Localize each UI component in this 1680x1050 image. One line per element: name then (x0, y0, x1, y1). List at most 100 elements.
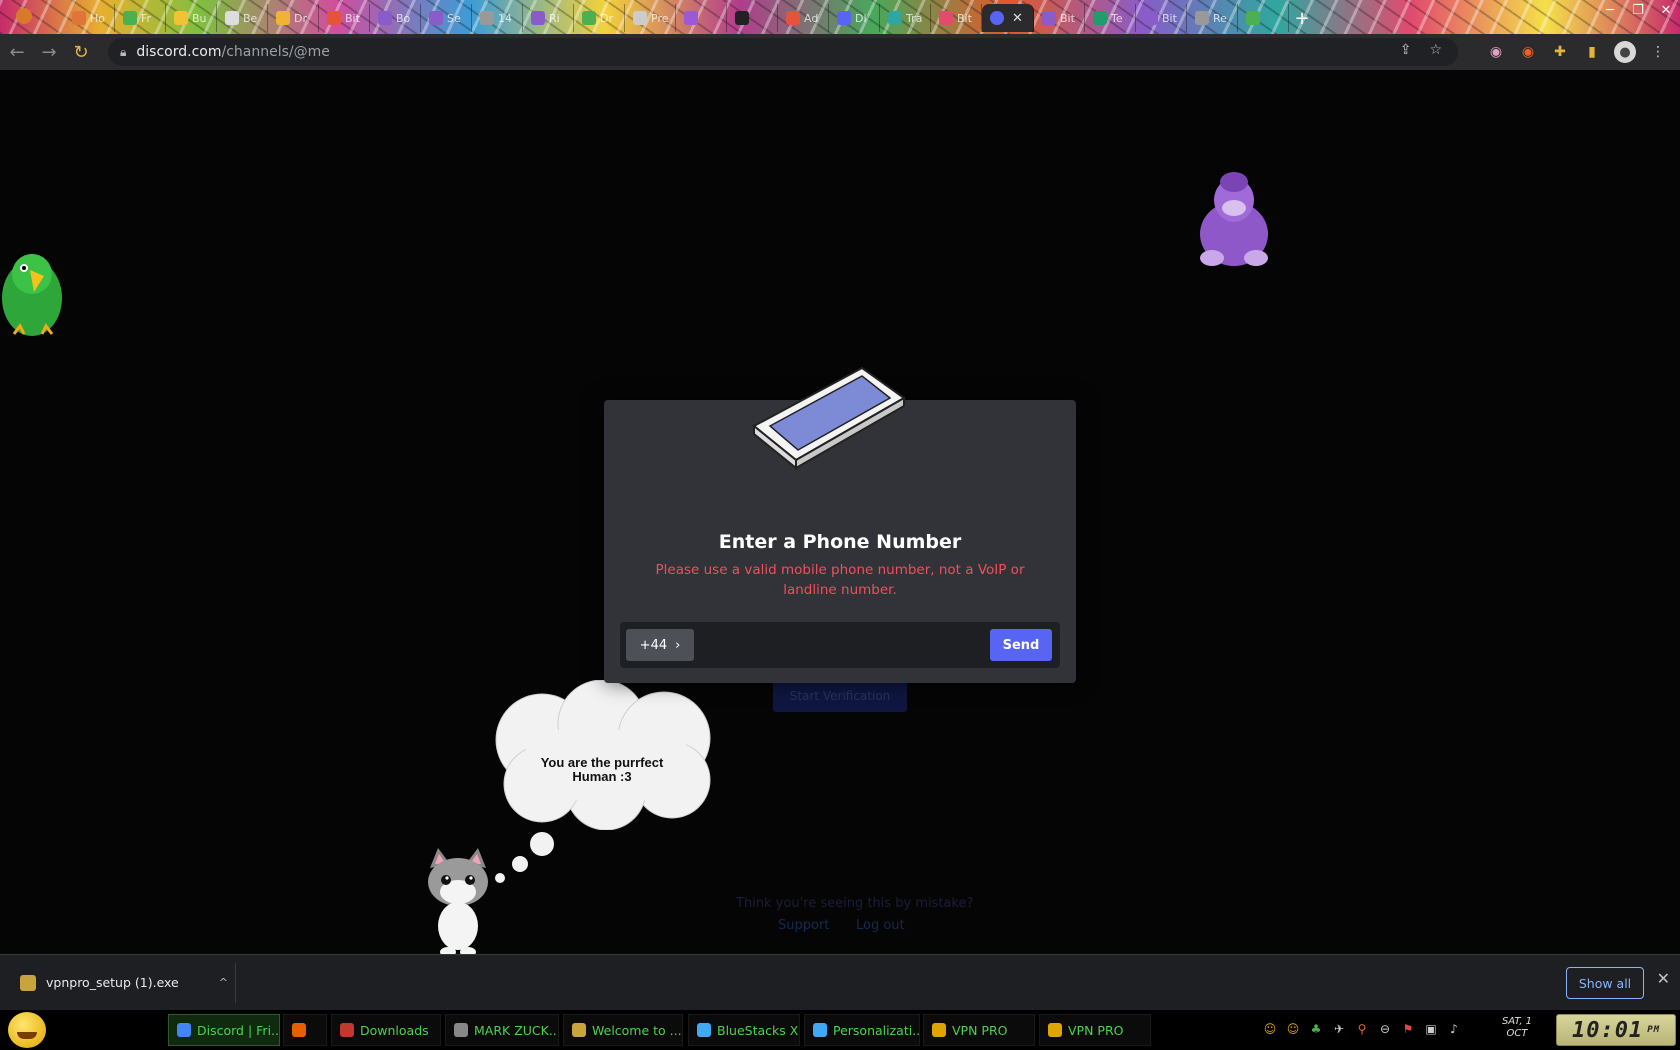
browser-tab[interactable]: Dr (268, 4, 319, 32)
tray-smiley-icon-2[interactable]: ☺ (1285, 1020, 1301, 1038)
extension-fire-icon[interactable]: ◉ (1518, 42, 1538, 62)
start-button-smiley-icon[interactable] (8, 1012, 46, 1048)
tab-label: Bit (1162, 11, 1177, 25)
close-shelf-icon[interactable]: ✕ (1657, 969, 1670, 988)
forward-arrow-icon[interactable]: → (34, 37, 64, 67)
browser-tab[interactable]: Fr (115, 4, 166, 32)
taskbar-item[interactable]: VPN PRO (1039, 1014, 1151, 1046)
browser-tab[interactable]: Se (421, 4, 472, 32)
browser-tab[interactable]: 14 (472, 4, 523, 32)
share-icon[interactable]: ⇪ (1400, 42, 1412, 58)
extension-area: ◉ ◉ ✚ ▮ ● ⋮ (1486, 41, 1668, 63)
reload-icon[interactable]: ↻ (66, 37, 96, 67)
browser-tab[interactable] (727, 4, 778, 32)
tab-label: Re (1213, 11, 1227, 25)
tab-favicon-icon (888, 11, 902, 25)
taskbar-item[interactable] (283, 1014, 327, 1046)
browser-tab-strip: Ho Fr Bu Be Dr Bit Bo Se 14 Ri Dr Pre Ad Dl Tra Bit ✕ Bit… (0, 0, 1680, 34)
browser-tab[interactable]: Bit (931, 4, 982, 32)
browser-tab[interactable]: Bu (166, 4, 217, 32)
tab-label: Se (447, 11, 461, 25)
extension-flag-icon[interactable]: ◉ (1486, 42, 1506, 62)
browser-tab[interactable]: Tra (880, 4, 931, 32)
browser-tab[interactable]: Te (1085, 4, 1136, 32)
tab-favicon-icon (174, 11, 188, 25)
country-code-button[interactable]: +44 › (626, 629, 694, 661)
browser-tab[interactable]: Bit (1136, 4, 1187, 32)
tray-network-icon[interactable]: ▣ (1423, 1020, 1439, 1038)
phone-input-row: +44 › Send (620, 622, 1060, 668)
window-controls: ─ ❐ ✕ (1596, 0, 1680, 20)
taskbar-item-label: MARK ZUCK... (474, 1022, 559, 1038)
taskbar-item[interactable]: BlueStacks X (688, 1014, 800, 1046)
taskbar-item[interactable]: MARK ZUCK... (445, 1014, 559, 1046)
exe-file-icon (20, 974, 36, 991)
tab-favicon-icon (582, 11, 596, 25)
bookmark-star-icon[interactable]: ☆ (1429, 42, 1442, 58)
browser-tab[interactable]: Ho (64, 4, 115, 32)
browser-tab[interactable]: Ad (778, 4, 829, 32)
tray-minus-icon[interactable]: ⊖ (1377, 1020, 1393, 1038)
tab-label: Dr (600, 11, 613, 25)
address-bar[interactable]: 🔒︎ discord.com/channels/@me ⇪ ☆ (108, 38, 1458, 66)
mistake-text: Think you're seeing this by mistake? (736, 896, 974, 911)
restore-icon[interactable]: ❐ (1624, 0, 1652, 20)
browser-tab[interactable]: Ri (523, 4, 574, 32)
tray-bird-icon[interactable]: ✈ (1331, 1020, 1347, 1038)
taskbar-app-icon (177, 1023, 191, 1037)
tab-label: Bu (192, 11, 207, 25)
active-tab-discord[interactable]: ✕ (982, 4, 1034, 32)
taskbar-item[interactable]: Downloads (331, 1014, 441, 1046)
browser-tab[interactable]: Bit (319, 4, 370, 32)
tab-label: Dr (294, 11, 307, 25)
tray-search-icon[interactable]: ⚲ (1354, 1020, 1370, 1038)
phone-number-modal: Enter a Phone Number Please use a valid … (604, 366, 1076, 683)
new-tab-button[interactable]: + (1289, 4, 1315, 32)
send-button[interactable]: Send (990, 629, 1052, 661)
account-avatar-icon[interactable]: ● (1614, 41, 1636, 63)
tab-favicon-icon (837, 11, 851, 25)
show-all-button[interactable]: Show all (1566, 967, 1644, 999)
date-day: SAT, 1 (1501, 1016, 1533, 1027)
chevron-up-icon[interactable]: ^ (219, 976, 228, 989)
browser-tab[interactable]: Bo (370, 4, 421, 32)
minimize-icon[interactable]: ─ (1596, 0, 1624, 20)
browser-tab[interactable]: Pre (625, 4, 676, 32)
tray-tree-icon[interactable]: ♣ (1308, 1020, 1324, 1038)
taskbar-item[interactable]: Personalizati... (804, 1014, 920, 1046)
menu-kebab-icon[interactable]: ⋮ (1648, 42, 1668, 62)
modal-title: Enter a Phone Number (718, 531, 962, 553)
extensions-puzzle-icon[interactable]: ✚ (1550, 42, 1570, 62)
taskbar-app-icon (813, 1023, 827, 1037)
browser-tab[interactable] (676, 4, 727, 32)
taskbar-item[interactable]: VPN PRO (923, 1014, 1035, 1046)
profile-icon[interactable] (16, 8, 32, 24)
tray-flag-icon[interactable]: ⚑ (1400, 1020, 1416, 1038)
taskbar-item[interactable]: Welcome to ... (563, 1014, 683, 1046)
tab-favicon-icon (1246, 11, 1260, 25)
side-panel-icon[interactable]: ▮ (1582, 42, 1602, 62)
tab-label: Dl (855, 11, 867, 25)
browser-tab[interactable]: Re (1187, 4, 1238, 32)
taskbar-app-icon (1048, 1023, 1062, 1037)
close-window-icon[interactable]: ✕ (1652, 0, 1680, 20)
phone-number-input[interactable] (704, 629, 974, 661)
close-tab-icon[interactable]: ✕ (1012, 11, 1023, 26)
browser-tab[interactable]: Be (217, 4, 268, 32)
browser-tab[interactable]: Dr (574, 4, 625, 32)
taskbar-item[interactable]: Discord | Fri... (168, 1014, 280, 1046)
download-item[interactable]: vpnpro_setup (1).exe ^ (0, 962, 236, 1003)
discord-icon (990, 11, 1004, 25)
browser-tab[interactable] (1238, 4, 1289, 32)
browser-tab[interactable]: Dl (829, 4, 880, 32)
taskbar-app-icon (292, 1023, 306, 1037)
taskbar-clock[interactable]: 10:01 PM (1556, 1014, 1676, 1046)
tab-favicon-icon (378, 11, 392, 25)
tab-label: Ad (804, 11, 819, 25)
back-arrow-icon[interactable]: ← (2, 37, 32, 67)
tray-volume-icon[interactable]: ♪ (1446, 1020, 1462, 1038)
tray-smiley-icon[interactable]: ☺ (1262, 1020, 1278, 1038)
taskbar-item-label: VPN PRO (1068, 1022, 1124, 1038)
taskbar-item-label: Welcome to ... (592, 1022, 682, 1038)
browser-tab[interactable]: Bit (1034, 4, 1085, 32)
